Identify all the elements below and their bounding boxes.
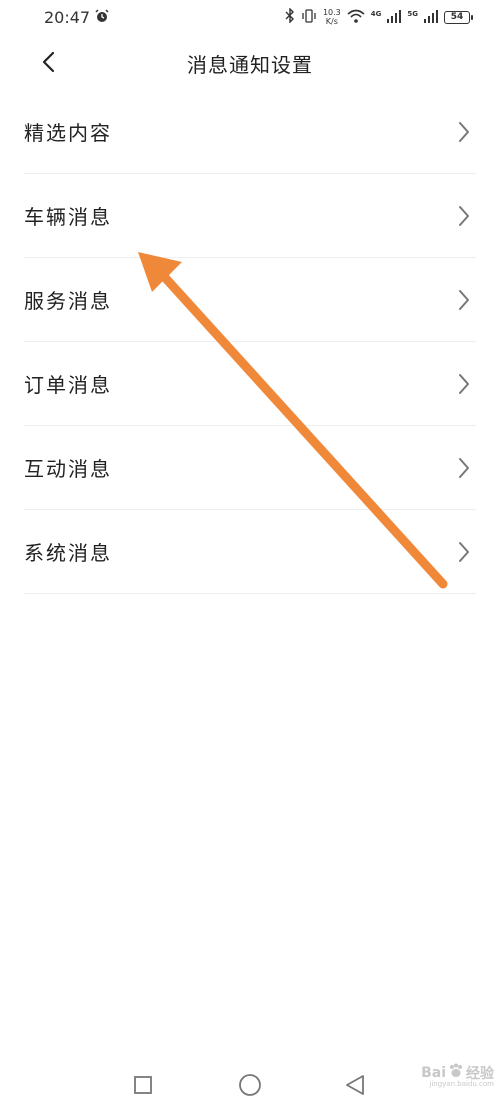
alarm-icon <box>95 8 109 27</box>
bluetooth-icon <box>285 6 295 27</box>
watermark: Bai 经验 jingyan.baidu.com <box>421 1063 494 1088</box>
list-item-label: 车辆消息 <box>24 205 112 229</box>
chevron-right-icon <box>459 289 469 310</box>
list-item-label: 精选内容 <box>24 121 112 145</box>
list-item-label: 互动消息 <box>24 457 112 481</box>
nav-header: 消息通知设置 <box>0 34 500 90</box>
chevron-right-icon <box>459 205 469 226</box>
status-time: 20:47 <box>44 7 91 27</box>
list-item-label: 服务消息 <box>24 289 112 313</box>
status-bar: 20:47 10.3 K/s 4G 5G 54 <box>0 0 500 34</box>
chevron-right-icon <box>459 541 469 562</box>
chevron-right-icon <box>459 457 469 478</box>
status-right: 10.3 K/s 4G 5G 54 <box>285 6 473 27</box>
chevron-right-icon <box>459 373 469 394</box>
list-item-order-messages[interactable]: 订单消息 <box>24 342 476 426</box>
list-item-label: 系统消息 <box>24 541 112 565</box>
watermark-url: jingyan.baidu.com <box>429 1080 494 1088</box>
list-item-system-messages[interactable]: 系统消息 <box>24 510 476 594</box>
list-item-vehicle-messages[interactable]: 车辆消息 <box>24 174 476 258</box>
net-speed-unit: K/s <box>325 17 338 26</box>
battery-icon: 54 <box>444 10 473 24</box>
home-circle-icon[interactable] <box>233 1068 267 1102</box>
chevron-right-icon <box>459 121 469 142</box>
list-item-service-messages[interactable]: 服务消息 <box>24 258 476 342</box>
signal-icon <box>387 8 402 27</box>
wifi-icon <box>347 8 365 27</box>
recents-square-icon[interactable] <box>126 1068 160 1102</box>
signal-icon <box>424 8 438 27</box>
settings-list: 精选内容 车辆消息 服务消息 订单消息 互动消息 系统消息 <box>24 90 476 594</box>
network-gen-1: 4G <box>370 9 382 18</box>
back-triangle-icon[interactable] <box>338 1068 372 1102</box>
page-title: 消息通知设置 <box>187 53 313 77</box>
vibrate-icon <box>301 8 317 27</box>
list-item-label: 订单消息 <box>24 373 112 397</box>
watermark-brand: Bai <box>421 1065 446 1081</box>
list-item-interaction-messages[interactable]: 互动消息 <box>24 426 476 510</box>
network-speed: 10.3 K/s <box>323 8 341 26</box>
net-speed-value: 10.3 <box>322 8 341 17</box>
network-gen-2: 5G <box>407 9 418 18</box>
status-left: 20:47 <box>44 8 109 27</box>
list-item-featured-content[interactable]: 精选内容 <box>24 90 476 174</box>
